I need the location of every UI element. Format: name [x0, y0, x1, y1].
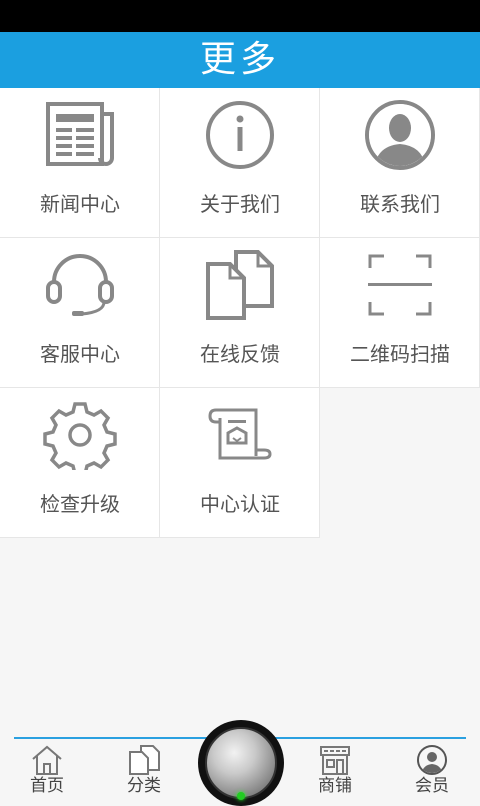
tab-label: 首页	[30, 776, 64, 796]
menu-item-center-certification[interactable]: 中心认证	[160, 388, 320, 538]
menu-item-label: 联系我们	[360, 192, 440, 216]
person-icon	[360, 100, 440, 170]
category-icon	[129, 745, 160, 775]
newspaper-icon	[40, 100, 120, 170]
menu-item-online-feedback[interactable]: 在线反馈	[160, 238, 320, 388]
indicator-light	[237, 792, 245, 800]
menu-item-customer-service[interactable]: 客服中心	[0, 238, 160, 388]
menu-item-label: 客服中心	[40, 342, 120, 366]
center-knob-button[interactable]	[198, 720, 284, 806]
menu-item-qr-scan[interactable]: 二维码扫描	[320, 238, 480, 388]
round-knob-icon	[205, 727, 277, 799]
menu-item-about-us[interactable]: 关于我们	[160, 88, 320, 238]
page-title: 更多	[0, 32, 480, 88]
menu-item-check-update[interactable]: 检查升级	[0, 388, 160, 538]
menu-item-label: 二维码扫描	[350, 342, 450, 366]
menu-item-label: 关于我们	[200, 192, 280, 216]
info-icon	[200, 100, 280, 170]
menu-item-label: 检查升级	[40, 492, 120, 516]
scan-icon	[360, 250, 440, 320]
tab-shop[interactable]: 商铺	[300, 744, 370, 800]
home-icon	[32, 745, 62, 775]
documents-icon	[200, 250, 280, 320]
tab-label: 会员	[415, 776, 449, 796]
certificate-icon	[200, 400, 280, 470]
menu-item-label: 在线反馈	[200, 342, 280, 366]
bottom-tab-bar: 首页 分类 商铺 会员	[0, 720, 480, 806]
menu-item-contact-us[interactable]: 联系我们	[320, 88, 480, 238]
tab-label: 商铺	[318, 776, 352, 796]
shop-icon	[320, 746, 350, 775]
member-icon	[417, 745, 447, 775]
gear-icon	[40, 400, 120, 470]
tab-home[interactable]: 首页	[12, 744, 82, 800]
status-bar	[0, 0, 480, 32]
headset-icon	[40, 250, 120, 320]
menu-item-news-center[interactable]: 新闻中心	[0, 88, 160, 238]
menu-item-label: 新闻中心	[40, 192, 120, 216]
menu-item-label: 中心认证	[200, 492, 280, 516]
tab-member[interactable]: 会员	[397, 744, 467, 800]
tab-category[interactable]: 分类	[109, 744, 179, 800]
tab-label: 分类	[127, 776, 161, 796]
